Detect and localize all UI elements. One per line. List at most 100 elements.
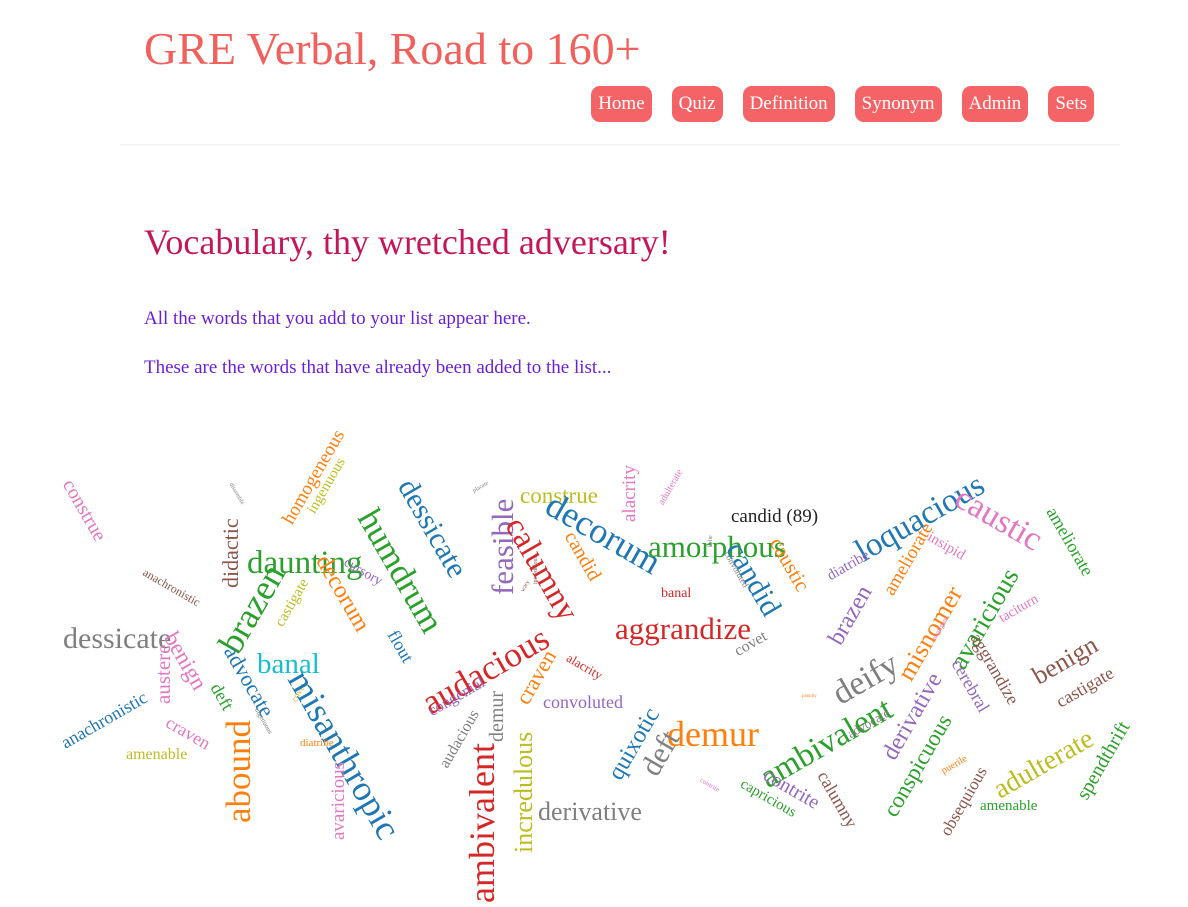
word-cloud-word[interactable]: humdrum bbox=[350, 502, 452, 639]
word-cloud-word[interactable]: adulterate bbox=[656, 467, 685, 507]
word-cloud-word[interactable]: obsequious bbox=[936, 763, 991, 839]
word-cloud-word[interactable]: convoluted bbox=[722, 550, 751, 590]
nav-home-button[interactable]: Home bbox=[591, 86, 652, 122]
word-cloud-word[interactable]: incredulous bbox=[509, 732, 538, 853]
word-cloud-word[interactable]: spendthrift bbox=[1072, 717, 1134, 803]
word-cloud-word[interactable]: amenable bbox=[126, 747, 187, 763]
word-cloud-word[interactable]: audacious bbox=[415, 618, 556, 722]
word-cloud-word[interactable]: craven bbox=[163, 712, 215, 753]
word-cloud-word[interactable]: candid (89) bbox=[731, 507, 818, 526]
word-cloud-word[interactable]: brazen bbox=[210, 557, 293, 660]
word-cloud-word[interactable]: convoluted bbox=[543, 693, 623, 711]
intro-text: All the words that you add to your list … bbox=[144, 308, 531, 329]
word-cloud-word[interactable]: construe bbox=[520, 484, 598, 507]
word-cloud-word[interactable]: derivative bbox=[538, 799, 642, 825]
word-cloud-word[interactable]: deify bbox=[826, 645, 905, 712]
word-cloud-word[interactable]: paucity bbox=[802, 694, 817, 699]
word-cloud-word[interactable]: demur bbox=[667, 716, 759, 752]
word-cloud-word[interactable]: deft bbox=[634, 725, 686, 782]
word-cloud-word[interactable]: dissemble bbox=[228, 482, 245, 506]
word-cloud-word[interactable]: calumny bbox=[498, 511, 586, 627]
word-cloud-word[interactable]: avaricious bbox=[943, 563, 1024, 674]
word-cloud-word[interactable]: decorum bbox=[310, 551, 375, 637]
nav-synonym-button[interactable]: Synonym bbox=[854, 86, 942, 122]
word-cloud-word[interactable]: calumny bbox=[814, 768, 862, 832]
word-cloud-word[interactable]: contrite bbox=[760, 764, 824, 814]
word-cloud-word[interactable]: craven bbox=[510, 645, 561, 708]
word-cloud-word[interactable]: ambivalent bbox=[754, 691, 899, 795]
nav-quiz-button[interactable]: Quiz bbox=[671, 86, 723, 122]
word-cloud-word[interactable]: quixotic bbox=[603, 703, 665, 784]
word-cloud-word[interactable]: ameliorate bbox=[1043, 504, 1098, 580]
word-cloud-word[interactable]: caustic bbox=[949, 479, 1049, 558]
word-cloud-word[interactable]: placate bbox=[472, 481, 490, 495]
word-cloud-word[interactable]: banal bbox=[661, 587, 691, 601]
word-cloud-word[interactable]: candid bbox=[719, 536, 788, 622]
word-cloud-word[interactable]: covet bbox=[732, 628, 771, 660]
nav-sets-button[interactable]: Sets bbox=[1048, 86, 1094, 122]
word-cloud-word[interactable]: audacious bbox=[436, 707, 483, 771]
word-cloud-word[interactable]: puerile bbox=[940, 753, 970, 776]
word-cloud-word[interactable]: aggrandize bbox=[615, 613, 751, 644]
word-cloud-word[interactable]: covet bbox=[289, 682, 307, 704]
word-cloud-word[interactable]: ingenuous bbox=[304, 455, 349, 516]
word-cloud-word[interactable]: ameliorate bbox=[879, 519, 937, 599]
word-cloud-word[interactable]: anachronistic bbox=[141, 565, 203, 609]
word-cloud-word[interactable]: castigate bbox=[1053, 663, 1118, 712]
word-cloud-word[interactable]: alacrity bbox=[564, 650, 605, 682]
word-cloud-word[interactable]: advocate bbox=[219, 641, 280, 721]
word-cloud-word[interactable]: belie bbox=[708, 535, 714, 547]
word-cloud-word[interactable]: didactic bbox=[218, 518, 243, 588]
word-cloud-word[interactable]: decorum bbox=[539, 484, 668, 582]
word-cloud-word[interactable]: wary bbox=[520, 580, 531, 593]
word-cloud-word[interactable]: congenial bbox=[426, 674, 488, 720]
word-cloud-word[interactable]: taciturn bbox=[997, 592, 1042, 626]
word-cloud-word[interactable]: contrite bbox=[699, 776, 722, 794]
word-cloud-word[interactable]: homogeneous bbox=[278, 426, 349, 528]
word-cloud-word[interactable]: derivative bbox=[877, 668, 947, 764]
word-cloud-word[interactable]: daunting bbox=[247, 547, 362, 580]
word-cloud-word[interactable]: ingenuous bbox=[253, 707, 274, 736]
word-cloud-word[interactable]: anachronistic bbox=[58, 687, 151, 752]
word-cloud-word[interactable]: construe bbox=[58, 476, 111, 546]
word-cloud-word[interactable]: brazen bbox=[823, 581, 877, 649]
word-cloud-word[interactable]: diatribe bbox=[825, 547, 873, 584]
word-cloud-word[interactable]: misnomer bbox=[891, 581, 968, 686]
word-cloud-word[interactable]: benign bbox=[159, 628, 212, 695]
word-cloud-word[interactable]: incredulous bbox=[533, 556, 539, 584]
word-cloud-word[interactable]: cerebral bbox=[948, 656, 994, 716]
word-cloud-word[interactable]: flout bbox=[384, 627, 418, 666]
word-cloud: construe homogeneous ingenuous didactic daun… bbox=[0, 0, 1188, 907]
word-cloud-word[interactable]: capricious bbox=[738, 776, 799, 821]
word-cloud-word[interactable]: advocate bbox=[845, 705, 893, 741]
word-cloud-word[interactable]: ambivalent bbox=[462, 743, 502, 903]
word-cloud-word[interactable]: castigate bbox=[272, 576, 312, 629]
word-cloud-word[interactable]: demur bbox=[486, 691, 508, 742]
nav-definition-button[interactable]: Definition bbox=[742, 86, 835, 122]
word-cloud-word[interactable]: dessicate bbox=[63, 624, 171, 654]
word-cloud-word[interactable]: avaricious bbox=[328, 762, 349, 840]
word-cloud-word[interactable]: feasible bbox=[485, 499, 520, 595]
word-cloud-word[interactable]: aggrandize bbox=[967, 630, 1024, 708]
word-cloud-word[interactable]: conspicuous bbox=[878, 710, 957, 821]
word-cloud-word[interactable]: misanthropic bbox=[280, 663, 409, 846]
word-cloud-word[interactable]: benign bbox=[1027, 630, 1103, 690]
word-cloud-word[interactable]: adulterate bbox=[988, 723, 1099, 805]
word-cloud-word[interactable]: dessicate bbox=[391, 473, 474, 583]
word-cloud-word[interactable]: amorphous bbox=[648, 531, 786, 562]
word-cloud-word[interactable]: candid bbox=[560, 528, 606, 585]
word-cloud-word[interactable]: alacrity bbox=[619, 465, 640, 522]
word-cloud-word[interactable]: banal bbox=[257, 650, 320, 679]
word-cloud-word[interactable]: insipid bbox=[925, 529, 968, 563]
word-cloud-word[interactable]: amenable bbox=[980, 799, 1037, 814]
word-cloud-word[interactable]: negligent bbox=[930, 615, 950, 642]
word-cloud-word[interactable]: austere bbox=[151, 645, 175, 704]
nav-admin-button[interactable]: Admin bbox=[961, 86, 1029, 122]
word-cloud-word[interactable]: abound bbox=[219, 720, 258, 823]
word-cloud-word[interactable]: cursory bbox=[341, 555, 385, 589]
site-title[interactable]: GRE Verbal, Road to 160+ bbox=[144, 20, 641, 78]
word-cloud-word[interactable]: caustic bbox=[765, 533, 815, 596]
word-cloud-word[interactable]: loquacious bbox=[849, 467, 991, 570]
word-cloud-word[interactable]: deft bbox=[207, 680, 238, 714]
word-cloud-word[interactable]: diatribe bbox=[300, 738, 334, 749]
